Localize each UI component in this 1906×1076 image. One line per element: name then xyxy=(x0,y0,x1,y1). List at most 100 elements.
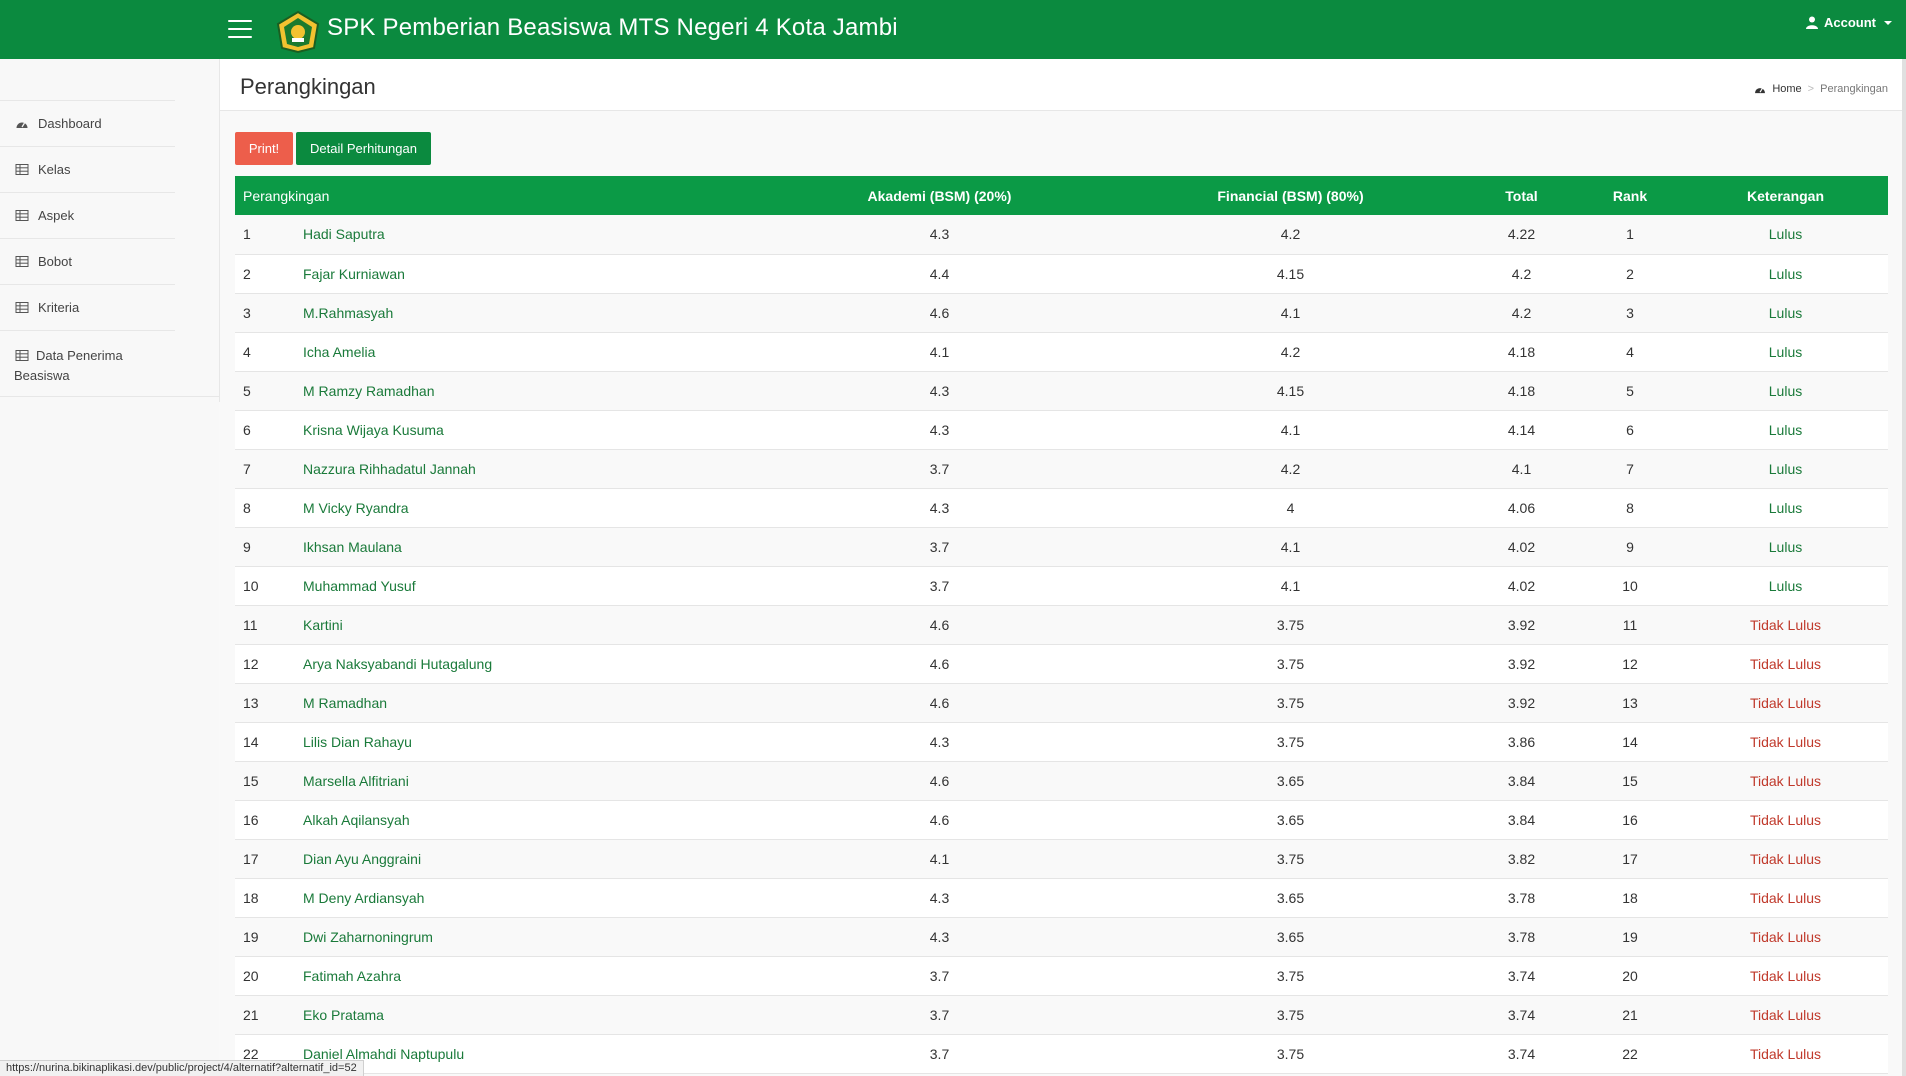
keterangan-status: Tidak Lulus xyxy=(1683,800,1888,840)
row-number: 2 xyxy=(235,254,303,294)
logo-icon xyxy=(276,10,320,54)
row-number: 5 xyxy=(235,371,303,411)
student-name-link[interactable]: M Ramzy Ramadhan xyxy=(303,371,764,411)
account-menu[interactable]: Account xyxy=(1806,15,1892,30)
total-value: 3.78 xyxy=(1466,878,1577,918)
ranking-table-container: Perangkingan Akademi (BSM) (20%) Financi… xyxy=(235,176,1888,1074)
table-row: 8M Vicky Ryandra 4.3 4 4.06 8 Lulus xyxy=(235,488,1888,528)
rank-value: 5 xyxy=(1577,371,1683,411)
table-row: 6 Krisna Wijaya Kusuma 4.3 4.1 4.14 6 Lulus xyxy=(235,410,1888,450)
sidebar-item-data-penerima-beasiswa[interactable]: Data Penerima Beasiswa xyxy=(0,330,175,396)
sidebar-item-kelas[interactable]: Kelas xyxy=(0,146,175,192)
student-name-link[interactable]: M Deny Ardiansyah xyxy=(303,878,764,918)
financial-value: 4.2 xyxy=(1115,449,1466,489)
akademi-value: 4.6 xyxy=(764,293,1115,333)
akademi-value: 3.7 xyxy=(764,1034,1115,1074)
table-row: 7 Nazzura Rihhadatul Jannah 3.7 4.2 4.1 7 Lulu… xyxy=(235,449,1888,489)
student-name-link[interactable]: Krisna Wijaya Kusuma xyxy=(303,410,764,450)
akademi-value: 4.6 xyxy=(764,761,1115,801)
row-number: 6 xyxy=(235,410,303,450)
sidebar: Dashboard Kelas Aspek Bobot Kriteria Dat… xyxy=(0,59,219,1076)
rank-value: 3 xyxy=(1577,293,1683,333)
rank-value: 9 xyxy=(1577,527,1683,567)
akademi-value: 4.3 xyxy=(764,917,1115,957)
table-row: 15 Marsella Alfitriani 4.6 3.65 3.84 15 Tidak … xyxy=(235,761,1888,801)
student-name-link[interactable]: Fatimah Azahra xyxy=(303,956,764,996)
keterangan-status: Tidak Lulus xyxy=(1683,878,1888,918)
total-value: 3.74 xyxy=(1466,995,1577,1035)
row-number: 19 xyxy=(235,917,303,957)
total-value: 4.02 xyxy=(1466,527,1577,567)
table-row: 11 Kartini 4.6 3.75 3.92 11 Tidak Lulus xyxy=(235,605,1888,645)
student-name-link[interactable]: Lilis Dian Rahayu xyxy=(303,722,764,762)
student-name-link[interactable]: Fajar Kurniawan xyxy=(303,254,764,294)
menu-toggle-icon[interactable] xyxy=(228,20,252,38)
table-row: 4 Icha Amelia 4.1 4.2 4.18 4 Lulus xyxy=(235,332,1888,372)
student-name-link[interactable]: Marsella Alfitriani xyxy=(303,761,764,801)
table-row: 5M Ramzy Ramadhan 4.3 4.15 4.18 5 Lulus xyxy=(235,371,1888,411)
student-name-link[interactable]: Dwi Zaharnoningrum xyxy=(303,917,764,957)
table-row: 9 Ikhsan Maulana 3.7 4.1 4.02 9 Lulus xyxy=(235,527,1888,567)
row-number: 7 xyxy=(235,449,303,489)
row-number: 11 xyxy=(235,605,303,645)
sidebar-item-aspek[interactable]: Aspek xyxy=(0,192,175,238)
total-value: 3.92 xyxy=(1466,605,1577,645)
sidebar-item-bobot[interactable]: Bobot xyxy=(0,238,175,284)
keterangan-status: Tidak Lulus xyxy=(1683,839,1888,879)
table-icon xyxy=(15,302,29,313)
row-number: 8 xyxy=(235,488,303,528)
student-name-link[interactable]: M Vicky Ryandra xyxy=(303,488,764,528)
financial-value: 3.65 xyxy=(1115,761,1466,801)
sidebar-item-label: Aspek xyxy=(38,208,75,223)
akademi-value: 3.7 xyxy=(764,566,1115,606)
student-name-link[interactable]: Muhammad Yusuf xyxy=(303,566,764,606)
print-button[interactable]: Print! xyxy=(235,132,293,165)
student-name-link[interactable]: Hadi Saputra xyxy=(303,215,764,255)
total-value: 3.92 xyxy=(1466,644,1577,684)
sidebar-item-label: Bobot xyxy=(38,254,72,269)
student-name-link[interactable]: Alkah Aqilansyah xyxy=(303,800,764,840)
student-name-link[interactable]: Ikhsan Maulana xyxy=(303,527,764,567)
table-row: 3 M.Rahmasyah 4.6 4.1 4.2 3 Lulus xyxy=(235,293,1888,333)
student-name-link[interactable]: Arya Naksyabandi Hutagalung xyxy=(303,644,764,684)
keterangan-status: Lulus xyxy=(1683,215,1888,255)
breadcrumb-home[interactable]: Home xyxy=(1772,83,1801,95)
financial-value: 4 xyxy=(1115,488,1466,528)
akademi-value: 4.3 xyxy=(764,488,1115,528)
table-row: 1 Hadi Saputra 4.3 4.2 4.22 1 Lulus xyxy=(235,215,1888,255)
student-name-link[interactable]: M.Rahmasyah xyxy=(303,293,764,333)
student-name-link[interactable]: Nazzura Rihhadatul Jannah xyxy=(303,449,764,489)
keterangan-status: Tidak Lulus xyxy=(1683,605,1888,645)
detail-perhitungan-button[interactable]: Detail Perhitungan xyxy=(296,132,431,165)
akademi-value: 4.6 xyxy=(764,605,1115,645)
total-value: 3.74 xyxy=(1466,956,1577,996)
row-number: 1 xyxy=(235,215,303,255)
student-name-link[interactable]: Dian Ayu Anggraini xyxy=(303,839,764,879)
sidebar-item-label: Kriteria xyxy=(38,300,80,315)
table-row: 18 M Deny Ardiansyah 4.3 3.65 3.78 18 Tidak Lu… xyxy=(235,878,1888,918)
column-header-financial: Financial (BSM) (80%) xyxy=(1115,176,1466,215)
akademi-value: 3.7 xyxy=(764,449,1115,489)
student-name-link[interactable]: Daniel Almahdi Naptupulu xyxy=(303,1034,764,1074)
dashboard-icon xyxy=(16,122,28,128)
student-name-link[interactable]: Icha Amelia xyxy=(303,332,764,372)
brand-title[interactable]: SPK Pemberian Beasiswa MTS Negeri 4 Kota… xyxy=(327,14,898,42)
table-row: 2 Fajar Kurniawan 4.4 4.15 4.2 2 Lulus xyxy=(235,254,1888,294)
akademi-value: 4.6 xyxy=(764,683,1115,723)
row-number: 17 xyxy=(235,839,303,879)
row-number: 14 xyxy=(235,722,303,762)
sidebar-item-kriteria[interactable]: Kriteria xyxy=(0,284,175,330)
student-name-link[interactable]: M Ramadhan xyxy=(303,683,764,723)
table-row: 19 Dwi Zaharnoningrum 4.3 3.65 3.78 19 Tidak L… xyxy=(235,917,1888,957)
student-name-link[interactable]: Eko Pratama xyxy=(303,995,764,1035)
financial-value: 3.75 xyxy=(1115,995,1466,1035)
rank-value: 14 xyxy=(1577,722,1683,762)
table-row: 14 Lilis Dian Rahayu 4.3 3.75 3.86 14 Tidak Lu… xyxy=(235,722,1888,762)
financial-value: 4.15 xyxy=(1115,254,1466,294)
scrollbar[interactable] xyxy=(1902,59,1906,1076)
financial-value: 3.75 xyxy=(1115,839,1466,879)
sidebar-menu: Dashboard Kelas Aspek Bobot Kriteria Dat… xyxy=(0,100,219,397)
sidebar-item-dashboard[interactable]: Dashboard xyxy=(0,100,175,146)
student-name-link[interactable]: Kartini xyxy=(303,605,764,645)
financial-value: 4.2 xyxy=(1115,215,1466,255)
